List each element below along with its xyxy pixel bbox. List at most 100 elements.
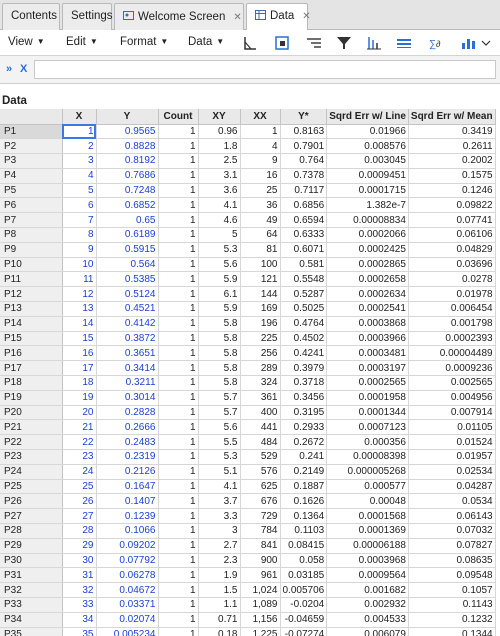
cell-xy[interactable]: 4.1 — [198, 197, 241, 214]
column-header-xy[interactable]: XY — [198, 109, 241, 125]
cell-xx[interactable]: 400 — [240, 405, 281, 421]
column-header-xx[interactable]: XX — [240, 109, 281, 125]
cell-sqrd-err-line[interactable]: 0.0003481 — [326, 345, 409, 362]
row-header[interactable]: P8 — [0, 227, 63, 243]
cell-x[interactable]: 21 — [62, 419, 97, 436]
double-chevron-down-icon[interactable]: » — [6, 63, 12, 75]
cell-ystar[interactable]: 0.4502 — [280, 331, 328, 347]
table-row[interactable]: P10 10 0.564 1 5.6 100 0.581 0.0002865 0.03696 — [0, 257, 496, 273]
cell-xy[interactable]: 0.96 — [198, 124, 241, 140]
cell-x[interactable]: 18 — [62, 375, 97, 391]
cell-sqrd-err-line[interactable]: 0.0002066 — [326, 227, 409, 243]
cell-x[interactable]: 35 — [62, 627, 97, 636]
row-header[interactable]: P23 — [0, 449, 63, 465]
cell-xx[interactable]: 144 — [240, 286, 281, 303]
row-header[interactable]: P17 — [0, 360, 63, 377]
cell-sqrd-err-mean[interactable]: 0.07827 — [408, 538, 496, 554]
row-header[interactable]: P34 — [0, 612, 63, 628]
row-header[interactable]: P22 — [0, 434, 63, 451]
row-header[interactable]: P4 — [0, 168, 63, 184]
cell-y[interactable]: 0.8192 — [96, 153, 159, 169]
row-header[interactable]: P16 — [0, 345, 63, 362]
cell-ystar[interactable]: -0.04659 — [280, 612, 328, 628]
table-row[interactable]: P5 5 0.7248 1 3.6 25 0.7117 0.0001715 0.1246 — [0, 183, 496, 199]
cell-sqrd-err-line[interactable]: 0.0002425 — [326, 242, 409, 258]
filter-icon[interactable] — [334, 34, 354, 52]
cell-xx[interactable]: 16 — [240, 168, 281, 184]
cell-y[interactable]: 0.5385 — [96, 271, 159, 288]
cell-sqrd-err-line[interactable]: 0.0003868 — [326, 316, 409, 332]
cell-sqrd-err-line[interactable]: 0.0001568 — [326, 508, 409, 525]
cell-count[interactable]: 1 — [158, 168, 199, 184]
cell-count[interactable]: 1 — [158, 331, 199, 347]
cell-x[interactable]: 19 — [62, 390, 97, 406]
cell-xx[interactable]: 36 — [240, 197, 281, 214]
cell-xx[interactable]: 49 — [240, 212, 281, 229]
row-header[interactable]: P6 — [0, 197, 63, 214]
cell-ystar[interactable]: 0.4241 — [280, 345, 328, 362]
row-header[interactable]: P9 — [0, 242, 63, 258]
cell-count[interactable]: 1 — [158, 390, 199, 406]
cell-xx[interactable]: 484 — [240, 434, 281, 451]
cell-count[interactable]: 1 — [158, 212, 199, 229]
cell-xx[interactable]: 324 — [240, 375, 281, 391]
columns-icon[interactable] — [394, 34, 414, 52]
cell-ystar[interactable]: 0.6071 — [280, 242, 328, 258]
menu-format[interactable]: Format ▼ — [120, 36, 168, 48]
cell-sqrd-err-line[interactable]: 0.0001369 — [326, 523, 409, 539]
cell-y[interactable]: 0.2483 — [96, 434, 159, 451]
cell-x[interactable]: 29 — [62, 538, 97, 554]
cell-sqrd-err-line[interactable]: 0.003045 — [326, 153, 409, 169]
cell-xx[interactable]: 729 — [240, 508, 281, 525]
row-header[interactable]: P21 — [0, 419, 63, 436]
cell-sqrd-err-mean[interactable]: 0.01105 — [408, 419, 496, 436]
cell-xy[interactable]: 2.5 — [198, 153, 241, 169]
cell-xy[interactable]: 5.7 — [198, 405, 241, 421]
cell-xy[interactable]: 3.7 — [198, 493, 241, 510]
cell-x[interactable]: 31 — [62, 567, 97, 584]
cell-y[interactable]: 0.3872 — [96, 331, 159, 347]
cell-x[interactable]: 13 — [62, 301, 97, 317]
cell-x[interactable]: 23 — [62, 449, 97, 465]
menu-edit[interactable]: Edit ▼ — [66, 36, 98, 48]
cell-xy[interactable]: 1.5 — [198, 582, 241, 598]
align-right-icon[interactable] — [304, 34, 324, 52]
cell-xx[interactable]: 441 — [240, 419, 281, 436]
cell-sqrd-err-mean[interactable]: 0.0002393 — [408, 331, 496, 347]
cell-y[interactable]: 0.005234 — [96, 627, 159, 636]
cell-sqrd-err-mean[interactable]: 0.07741 — [408, 212, 496, 229]
cell-xy[interactable]: 5.1 — [198, 464, 241, 480]
table-row[interactable]: P12 12 0.5124 1 6.1 144 0.5287 0.0002634 0.01978 — [0, 286, 496, 303]
row-header[interactable]: P11 — [0, 271, 63, 288]
table-row[interactable]: P29 29 0.09202 1 2.7 841 0.08415 0.00006188 0.07… — [0, 538, 496, 554]
row-header[interactable]: P29 — [0, 538, 63, 554]
cell-ystar[interactable]: 0.7117 — [280, 183, 328, 199]
row-header[interactable]: P13 — [0, 301, 63, 317]
cell-x[interactable]: 4 — [62, 168, 97, 184]
cell-ystar[interactable]: 0.1887 — [280, 479, 328, 495]
row-header[interactable]: P27 — [0, 508, 63, 525]
cell-sqrd-err-mean[interactable]: 0.06143 — [408, 508, 496, 525]
table-row[interactable]: P33 33 0.03371 1 1.1 1,089 -0.0204 0.002932 0.11… — [0, 597, 496, 613]
cell-sqrd-err-line[interactable]: 0.0002658 — [326, 271, 409, 288]
cell-ystar[interactable]: -0.07274 — [280, 627, 328, 636]
cell-x[interactable]: 1 — [62, 124, 97, 140]
cell-sqrd-err-line[interactable]: 0.0001715 — [326, 183, 409, 199]
cell-x[interactable]: 27 — [62, 508, 97, 525]
cell-count[interactable]: 1 — [158, 508, 199, 525]
table-row[interactable]: P15 15 0.3872 1 5.8 225 0.4502 0.0003966 0.00023… — [0, 331, 496, 347]
cell-sqrd-err-line[interactable]: 0.000356 — [326, 434, 409, 451]
cell-xx[interactable]: 4 — [240, 138, 281, 155]
cell-ystar[interactable]: 0.5287 — [280, 286, 328, 303]
cell-xy[interactable]: 5.8 — [198, 375, 241, 391]
cell-ystar[interactable]: 0.03185 — [280, 567, 328, 584]
table-row[interactable]: P7 7 0.65 1 4.6 49 0.6594 0.00008834 0.07741 — [0, 212, 496, 229]
cell-ystar[interactable]: 0.6333 — [280, 227, 328, 243]
cell-count[interactable]: 1 — [158, 479, 199, 495]
row-header[interactable]: P18 — [0, 375, 63, 391]
cell-sqrd-err-line[interactable]: 0.0002865 — [326, 257, 409, 273]
table-row[interactable]: P14 14 0.4142 1 5.8 196 0.4764 0.0003868 0.00179… — [0, 316, 496, 332]
cell-xx[interactable]: 841 — [240, 538, 281, 554]
cell-xx[interactable]: 961 — [240, 567, 281, 584]
cell-xx[interactable]: 1,024 — [240, 582, 281, 598]
